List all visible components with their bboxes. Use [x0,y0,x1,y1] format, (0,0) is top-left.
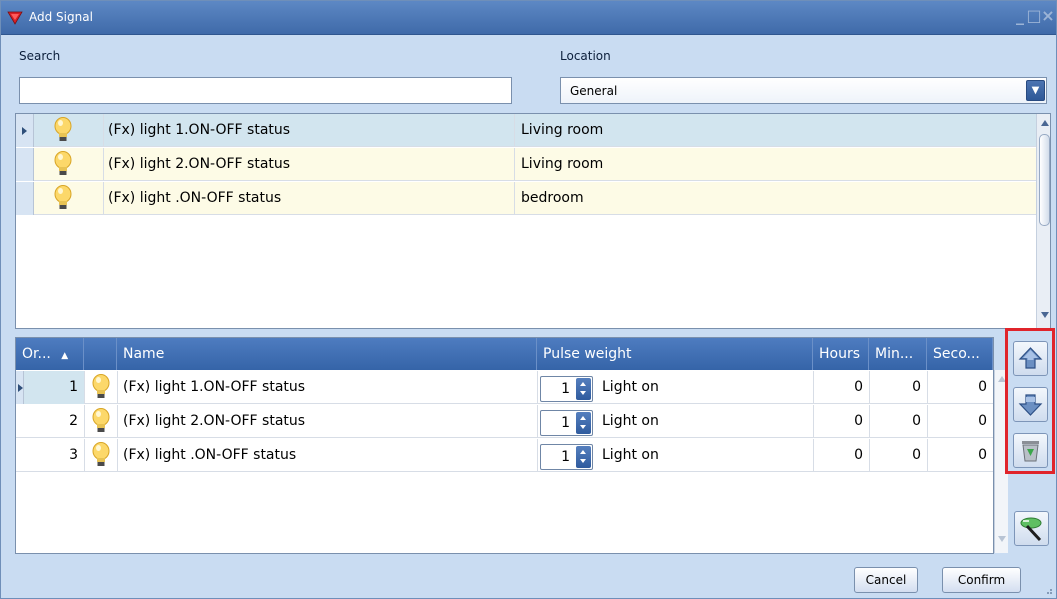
column-header-seconds[interactable]: Seco... [927,338,993,370]
chevron-down-icon[interactable]: ▼ [1026,80,1045,101]
row-order: 1 [24,371,84,404]
add-signal-window: Add Signal _ □ × Search Location General… [0,0,1057,599]
signal-row[interactable]: (Fx) light .ON-OFF status bedroom [16,182,1036,215]
row-indicator [16,114,34,147]
row-hours[interactable]: 0 [813,371,869,404]
pulse-weight-stepper[interactable]: 1 [540,444,593,470]
column-header-order[interactable]: Or... ▲ [16,338,84,370]
arrow-up-icon [1018,347,1043,369]
location-dropdown[interactable]: General ▼ [560,77,1047,104]
row-order: 3 [69,447,78,463]
row-name: (Fx) light .ON-OFF status [123,447,297,463]
scrollbar-thumb[interactable] [1039,134,1050,226]
table-row[interactable]: 3 (Fx) light .ON-OFF status 1 Light on 0… [16,439,993,472]
row-hours[interactable]: 0 [813,439,869,472]
row-seconds[interactable]: 0 [927,371,993,404]
location-selected-value: General [570,84,618,98]
close-button[interactable]: × [1040,7,1056,25]
signal-location: Living room [521,156,604,172]
selected-signals-grid: Or... ▲ Name Pulse weight Hours Min... S… [15,337,994,554]
move-down-button[interactable] [1013,387,1048,422]
row-seconds[interactable]: 0 [927,405,993,438]
app-logo-icon [7,11,23,25]
table-row[interactable]: 1 (Fx) light 1.ON-OFF status 1 Light on … [16,371,993,404]
light-bulb-icon [92,374,110,398]
location-label: Location [560,49,611,63]
arrow-down-icon [1018,394,1043,416]
row-minutes[interactable]: 0 [869,371,927,404]
column-header-pulse-weight[interactable]: Pulse weight [537,338,813,370]
pulse-weight-value: 1 [561,415,570,431]
signal-location: bedroom [521,190,584,206]
pulse-weight-value: 1 [561,449,570,465]
pulse-weight-label: Light on [602,379,659,395]
pulse-weight-stepper[interactable]: 1 [540,410,593,436]
row-minutes[interactable]: 0 [869,405,927,438]
row-name: (Fx) light 1.ON-OFF status [123,379,306,395]
signal-name: (Fx) light .ON-OFF status [108,190,282,206]
confirm-button[interactable]: Confirm [942,567,1021,593]
light-bulb-icon [54,117,72,141]
edit-tool-icon [1020,517,1042,542]
pulse-weight-label: Light on [602,413,659,429]
pulse-weight-value: 1 [561,381,570,397]
light-bulb-icon [54,185,72,209]
column-header-name[interactable]: Name [117,338,537,370]
cancel-button[interactable]: Cancel [854,567,918,593]
title-bar[interactable]: Add Signal _ □ × [1,1,1056,35]
light-bulb-icon [92,442,110,466]
column-header-hours[interactable]: Hours [813,338,869,370]
highlighted-tool-panel [1005,328,1055,474]
signal-name: (Fx) light 2.ON-OFF status [108,156,291,172]
scroll-down-arrow-icon[interactable] [1041,312,1049,318]
signal-name: (Fx) light 1.ON-OFF status [108,122,291,138]
move-up-button[interactable] [1013,341,1048,376]
scroll-up-arrow-icon[interactable] [1041,120,1049,126]
pulse-weight-stepper[interactable]: 1 [540,376,593,402]
row-name: (Fx) light 2.ON-OFF status [123,413,306,429]
signal-location: Living room [521,122,604,138]
search-input[interactable] [19,77,512,104]
signal-row[interactable]: (Fx) light 2.ON-OFF status Living room [16,148,1036,181]
light-bulb-icon [54,151,72,175]
column-header-icon[interactable] [84,338,117,370]
row-indicator [16,148,34,181]
stepper-buttons[interactable] [576,412,591,434]
light-bulb-icon [92,408,110,432]
table-row[interactable]: 2 (Fx) light 2.ON-OFF status 1 Light on … [16,405,993,438]
row-seconds[interactable]: 0 [927,439,993,472]
stepper-buttons[interactable] [576,446,591,468]
column-header-minutes[interactable]: Min... [869,338,927,370]
row-hours[interactable]: 0 [813,405,869,438]
row-indicator [16,371,24,404]
recycle-bin-icon [1022,441,1039,462]
row-indicator [16,182,34,215]
row-order: 2 [69,413,78,429]
stepper-buttons[interactable] [576,378,591,400]
resize-grip-icon[interactable] [1043,585,1053,595]
delete-button[interactable] [1013,433,1048,468]
vertical-scrollbar[interactable] [1036,114,1050,328]
pulse-weight-label: Light on [602,447,659,463]
table-header: Or... ▲ Name Pulse weight Hours Min... S… [16,338,993,370]
search-label: Search [19,49,61,63]
scroll-down-arrow-icon[interactable] [998,536,1006,542]
row-minutes[interactable]: 0 [869,439,927,472]
edit-button[interactable] [1014,511,1049,546]
signal-row[interactable]: (Fx) light 1.ON-OFF status Living room [16,114,1036,147]
window-title: Add Signal [29,10,93,24]
sort-ascending-icon: ▲ [61,351,69,361]
available-signals-grid: (Fx) light 1.ON-OFF status Living room (… [15,113,1051,329]
